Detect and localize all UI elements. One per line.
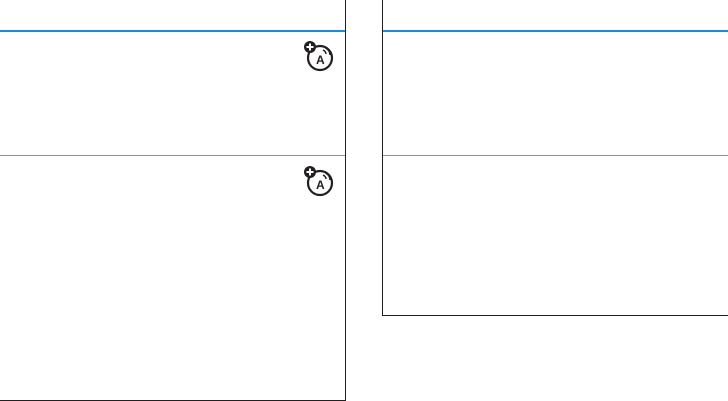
svg-text:A: A: [316, 178, 325, 192]
network-feature-icon: A: [304, 41, 334, 72]
left-feature-table: A A: [0, 0, 346, 401]
right-table-header: [383, 0, 728, 32]
network-feature-icon: A: [304, 166, 334, 197]
left-table-header: [0, 0, 345, 32]
svg-text:A: A: [316, 53, 325, 67]
right-feature-table: [382, 0, 728, 316]
right-row-divider: [383, 155, 728, 156]
left-row-divider: [0, 155, 345, 156]
